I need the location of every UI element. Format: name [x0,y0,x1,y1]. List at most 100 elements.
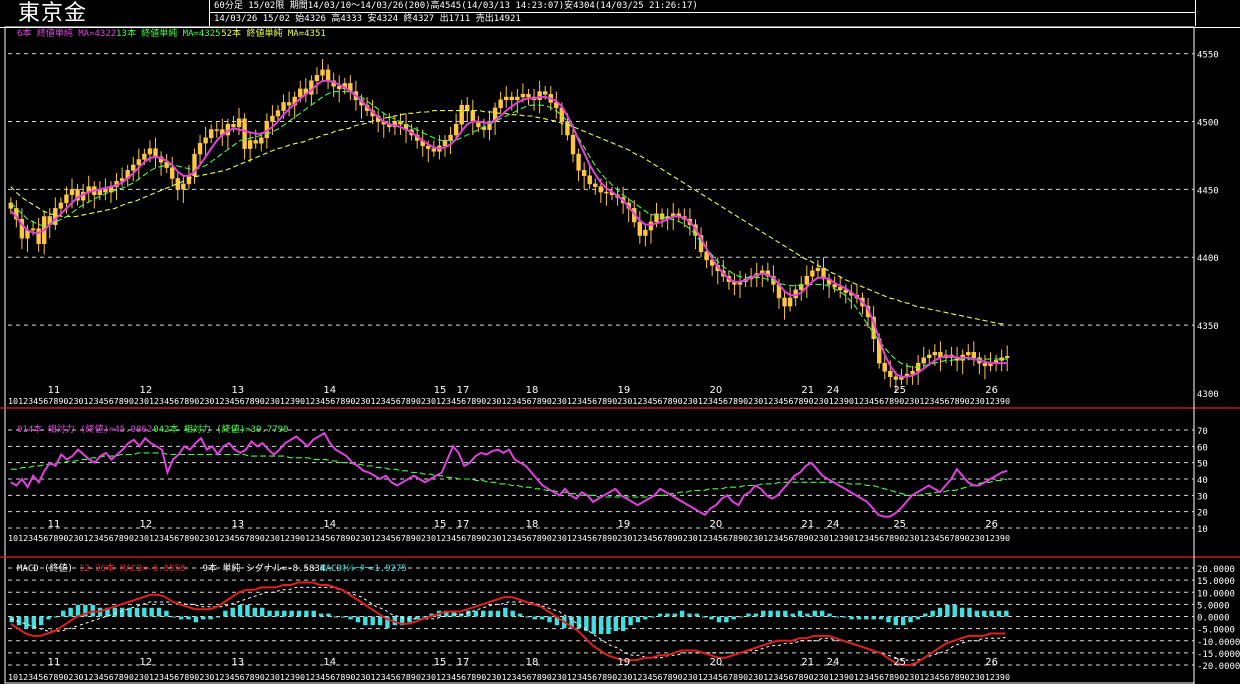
candle-body [325,69,331,81]
macd-histogram-bar [547,616,552,623]
candle-body [927,354,932,358]
candle-body [888,371,893,377]
legend-entry: MACD (終値) [17,562,73,574]
macd-histogram-bar [805,613,810,617]
candle-body [526,94,531,98]
day-label: 18 [526,657,539,668]
macd-histogram-bar [849,616,854,620]
candle-body [882,362,887,372]
macd-histogram-bar [746,613,751,617]
macd-histogram-bar [355,616,361,623]
macd-histogram-bar [61,610,66,617]
candle-body [64,194,69,204]
macd-histogram-bar [311,610,316,617]
day-label: 15 [434,385,447,396]
macd-histogram-bar [252,607,258,617]
candle-body [810,270,815,277]
price-tick-label: 4400 [1197,254,1219,264]
macd-histogram-bar [407,616,412,623]
candle-body [542,91,548,95]
day-label: 20 [709,657,722,668]
macd-histogram-bar [341,616,346,618]
macd-histogram-bar [974,610,980,617]
macd-histogram-bar [488,610,493,617]
macd-histogram-bar [842,616,847,618]
day-label: 14 [323,519,336,530]
macd-histogram-bar [915,616,921,620]
macd-histogram-bar [539,616,545,620]
macd-tick-label: -20.0000 [1197,662,1240,672]
candle-body [281,102,286,111]
day-label: 14 [323,657,336,668]
day-label: 12 [140,385,153,396]
macd-histogram-bar [819,610,825,617]
macd-signal-line [10,586,1006,661]
macd-histogram-bar [900,616,906,626]
candle-body [142,153,147,160]
candle-body [453,123,459,136]
macd-histogram-bar [591,616,596,634]
candle-body [181,183,186,190]
candle-body [932,352,938,356]
day-label: 19 [618,519,631,530]
day-label: 20 [709,519,722,530]
macd-histogram-bar [38,616,44,626]
macd-histogram-bar [687,613,692,617]
day-label: 17 [457,657,470,668]
macd-histogram-bar [775,610,781,617]
day-label: 12 [140,657,153,668]
candle-body [509,96,514,100]
macd-histogram-bar [643,616,648,620]
hour-label-row: 1012345678902301234567890230123456789023… [8,673,1010,682]
day-label: 24 [827,385,840,396]
candle-body [921,357,926,364]
macd-histogram-bar [665,613,670,617]
macd-tick-label: 20.0000 [1197,565,1235,575]
day-label: 25 [893,519,906,530]
macd-histogram-bar [296,610,302,617]
macd-tick-label: -15.0000 [1197,650,1240,660]
candle-body [648,221,654,231]
day-label: 18 [526,519,539,530]
candle-body [448,134,453,141]
candle-body [982,362,988,367]
macd-histogram-bar [1004,610,1009,617]
macd-histogram-bar [702,616,707,618]
rsi14-line [10,431,1008,518]
candle-body [286,102,292,106]
macd-histogram-bar [237,604,243,617]
macd-histogram-bar [812,610,817,617]
macd-histogram-bar [267,610,272,617]
day-label: 19 [618,385,631,396]
candle-body [893,376,899,380]
macd-histogram-bar [259,607,265,617]
candle-body [504,96,509,100]
macd-histogram-bar [657,613,663,617]
macd-histogram-bar [112,607,118,617]
day-label: 12 [140,519,153,530]
macd-histogram-bar [893,616,899,626]
candle-body [131,164,136,171]
macd-histogram-group [9,604,1009,634]
hour-label-row: 1012345678902301234567890230123456789023… [8,534,1010,543]
macd-histogram-bar [318,613,324,617]
macd-histogram-bar [731,616,736,620]
macd-histogram-bar [24,616,29,629]
macd-histogram-bar [834,616,840,618]
price-tick-label: 4300 [1197,390,1219,400]
candle-body [966,352,971,356]
macd-histogram-bar [996,610,1002,617]
candle-body [637,221,643,236]
day-label: 13 [231,385,244,396]
candle-body [431,148,437,152]
macd-tick-label: 5.0000 [1197,601,1230,611]
day-label: 19 [618,657,631,668]
candle-body [208,129,214,139]
price-tick-label: 4550 [1197,51,1219,61]
candle-body [69,189,75,196]
macd-histogram-bar [923,613,928,617]
candle-body [520,94,526,98]
macd-histogram-bar [134,607,140,617]
candle-body [253,140,258,144]
macd-histogram-bar [982,610,987,617]
